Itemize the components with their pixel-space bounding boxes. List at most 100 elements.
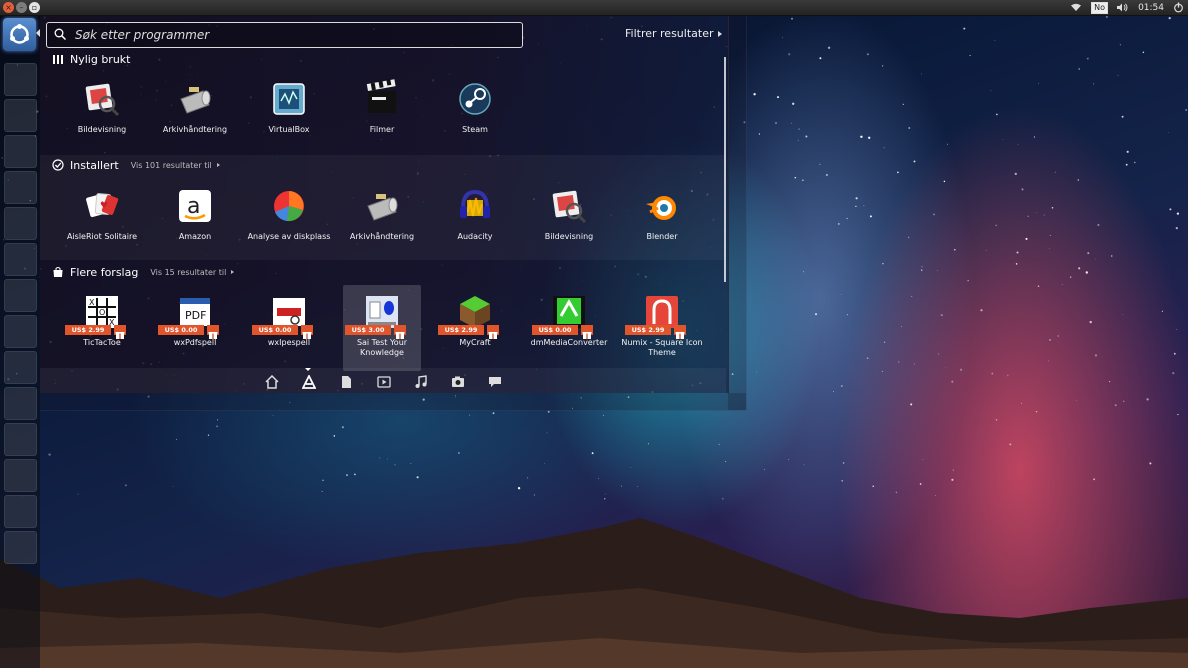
home-lens-icon[interactable] — [265, 374, 279, 389]
launcher-item-amazon[interactable] — [4, 423, 37, 456]
launcher-item-settings[interactable] — [4, 207, 37, 240]
expand-arrow-icon — [231, 270, 235, 274]
app-tile-label: Blender — [646, 232, 678, 241]
app-tile[interactable]: Filmer — [343, 72, 421, 158]
app-tile[interactable]: PDF US$ 0.00 wxPdfspell — [156, 285, 234, 371]
show-more-results-link[interactable]: Vis 15 resultater til — [150, 268, 235, 277]
volume-icon[interactable] — [1117, 3, 1129, 12]
app-tile-label: Numix - Square Icon Theme — [621, 338, 703, 357]
app-tile[interactable]: a Amazon — [156, 179, 234, 265]
applications-lens-icon[interactable] — [301, 373, 317, 389]
launcher-item-files[interactable] — [4, 63, 37, 96]
dash-home-button[interactable] — [3, 18, 36, 51]
expand-arrow-icon — [718, 30, 723, 37]
app-tile[interactable]: Blender — [623, 179, 701, 265]
dash-overlay: Filtrer resultater Nylig brukt Installer… — [40, 15, 729, 393]
image-viewer-icon — [82, 79, 122, 119]
launcher-item-app[interactable] — [4, 243, 37, 276]
launcher-item-workspaces[interactable] — [4, 495, 37, 528]
app-tile[interactable]: VirtualBox — [250, 72, 328, 158]
price-tag: US$ 0.00 — [252, 325, 326, 339]
movies-icon — [362, 77, 402, 119]
app-tile[interactable]: Arkivhåndtering — [343, 179, 421, 265]
category-title: Nylig brukt — [70, 52, 131, 66]
archive-manager-icon — [362, 186, 402, 226]
price-label: US$ 0.00 — [532, 325, 578, 335]
price-label: US$ 3.00 — [345, 325, 391, 335]
launcher-item-firefox[interactable] — [4, 99, 37, 132]
social-lens-icon[interactable] — [488, 374, 502, 388]
price-tag: US$ 0.00 — [158, 325, 232, 339]
app-tile[interactable]: Bildevisning — [530, 179, 608, 265]
window-maximize-button[interactable]: ▫ — [29, 2, 40, 13]
gift-icon — [487, 325, 499, 339]
search-input[interactable] — [73, 26, 517, 44]
launcher-item-software[interactable] — [4, 171, 37, 204]
blender-icon — [642, 186, 682, 226]
ubuntu-logo-icon — [10, 24, 29, 44]
app-tile-label: Analyse av diskplass — [247, 232, 331, 241]
launcher-item-terminal[interactable] — [4, 135, 37, 168]
launcher-item-impress[interactable] — [4, 351, 37, 384]
music-lens-icon[interactable] — [414, 374, 428, 388]
app-tile[interactable]: Analyse av diskplass — [248, 179, 330, 265]
app-tile[interactable]: Steam — [436, 72, 514, 158]
app-tile-label: Arkivhåndtering — [162, 125, 228, 134]
dash-border-right — [728, 15, 747, 410]
category-header-installed[interactable]: Installert Vis 101 resultater til — [52, 157, 220, 173]
files-lens-icon[interactable] — [339, 374, 353, 388]
price-tag: US$ 3.00 — [345, 325, 419, 339]
top-panel: × – ▫ No 01:54 — [0, 0, 1188, 16]
power-icon[interactable] — [1173, 2, 1184, 13]
category-header-suggestions[interactable]: Flere forslag Vis 15 resultater til — [52, 264, 235, 280]
app-tile-label: VirtualBox — [268, 125, 310, 134]
mountains — [0, 518, 1188, 668]
app-tile-label: wxIpespell — [267, 338, 311, 347]
show-more-results-link[interactable]: Vis 101 resultater til — [131, 161, 220, 170]
search-icon — [54, 28, 66, 40]
keyboard-layout-indicator[interactable]: No — [1091, 1, 1109, 14]
app-tile-label: AisleRiot Solitaire — [66, 232, 138, 241]
gift-icon — [581, 325, 593, 339]
photos-lens-icon[interactable] — [451, 374, 465, 388]
app-tile[interactable]: US$ 2.99 MyCraft — [436, 285, 514, 371]
price-label: US$ 2.99 — [65, 325, 111, 335]
amazon-icon: a — [175, 186, 215, 226]
app-tile-label: Amazon — [178, 232, 212, 241]
app-tile[interactable]: US$ 0.00 wxIpespell — [250, 285, 328, 371]
app-tile-label: Filmer — [369, 125, 395, 134]
filter-results-button[interactable]: Filtrer resultater — [625, 27, 723, 40]
app-tile[interactable]: Bildevisning — [63, 72, 141, 158]
launcher-item-trash[interactable] — [4, 531, 37, 564]
app-tile-label: dmMediaConverter — [530, 338, 608, 347]
app-tile-label: Bildevisning — [77, 125, 127, 134]
category-title: Installert — [70, 158, 119, 172]
launcher-item-update[interactable] — [4, 459, 37, 492]
launcher-item-writer[interactable] — [4, 279, 37, 312]
app-tile[interactable]: US$ 0.00 dmMediaConverter — [530, 285, 608, 371]
window-close-button[interactable]: × — [3, 2, 14, 13]
category-title: Flere forslag — [70, 265, 139, 279]
clock[interactable]: 01:54 — [1138, 3, 1164, 13]
app-tile[interactable]: ♥ AisleRiot Solitaire — [63, 179, 141, 265]
svg-text:PDF: PDF — [185, 309, 206, 322]
svg-text:♥: ♥ — [100, 201, 108, 211]
video-lens-icon[interactable] — [377, 374, 391, 388]
filter-results-label: Filtrer resultater — [625, 27, 714, 40]
launcher-item-fonts[interactable] — [4, 387, 37, 420]
app-tile[interactable]: US$ 2.99 Numix - Square Icon Theme — [621, 285, 703, 371]
search-box[interactable] — [46, 22, 523, 48]
launcher-item-calc[interactable] — [4, 315, 37, 348]
app-tile[interactable]: US$ 3.00 Sai Test Your Knowledge — [343, 285, 421, 371]
gift-icon — [301, 325, 313, 339]
app-tile-label: Audacity — [457, 232, 493, 241]
launcher-active-arrow — [36, 29, 40, 37]
app-tile[interactable]: Arkivhåndtering — [156, 72, 234, 158]
wifi-icon[interactable] — [1070, 3, 1082, 12]
gift-icon — [394, 325, 406, 339]
app-tile[interactable]: Audacity — [436, 179, 514, 265]
installed-icon — [52, 159, 64, 171]
window-minimize-button[interactable]: – — [16, 2, 27, 13]
dash-border-bottom — [40, 393, 746, 411]
app-tile[interactable]: X O X US$ 2.99 TicTacToe — [63, 285, 141, 371]
